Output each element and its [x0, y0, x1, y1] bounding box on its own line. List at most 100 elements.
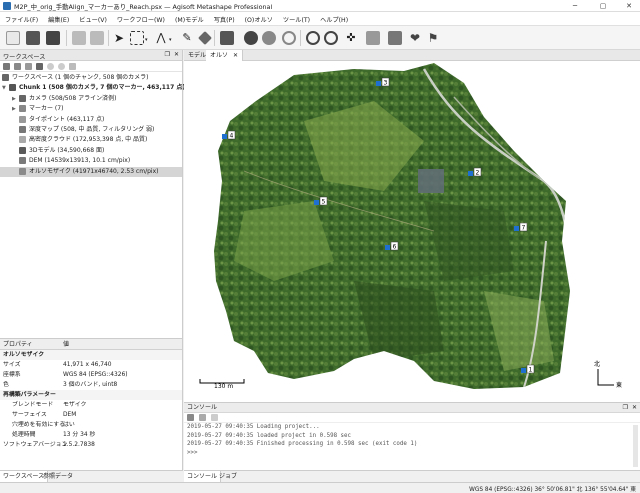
- tree-root[interactable]: ワークスペース (1 個のチャンク, 508 個のカメラ): [0, 73, 182, 83]
- console-panel: コンソール ❐ ✕ 2019-05-27 09:40:35 Loading pr…: [184, 402, 640, 470]
- close-tab-icon[interactable]: ✕: [233, 52, 238, 59]
- add-folder-icon[interactable]: [25, 63, 32, 70]
- property-row[interactable]: 再構築パラメーター: [0, 390, 182, 400]
- property-value: 13 分 34 秒: [63, 432, 96, 438]
- menu-file[interactable]: ファイル(F): [0, 12, 43, 24]
- console-line: >>>: [187, 449, 198, 456]
- ortho-blend-icon[interactable]: [244, 31, 258, 45]
- new-project-icon[interactable]: [6, 31, 20, 45]
- compass: 北 東: [594, 360, 622, 389]
- property-row[interactable]: サイズ 41,971 x 46,740: [0, 360, 182, 370]
- compass-north-label: 北: [594, 360, 600, 368]
- dense-cloud-icon: [19, 136, 26, 144]
- zoom-out-icon[interactable]: [324, 31, 338, 45]
- show-cameras-icon[interactable]: [366, 31, 380, 45]
- tree-item[interactable]: 深度マップ (508, 中 品質, フィルタリング 弱): [0, 125, 182, 135]
- menu-view[interactable]: ビュー(V): [74, 12, 112, 24]
- close-panel-icon[interactable]: ✕: [174, 51, 179, 58]
- property-value: 3 個のバンド, uint8: [63, 382, 118, 388]
- tree-item[interactable]: ▶ マーカー (7): [0, 104, 182, 114]
- marker-flag-icon: [468, 171, 473, 176]
- property-row[interactable]: ソフトウェアバージョン 1.5.2.7838: [0, 440, 182, 450]
- orthomosaic-canvas[interactable]: 1 2 3 4 5 6 7 130 m 北 東: [184, 61, 640, 402]
- navigation-cursor-icon[interactable]: ➤: [112, 31, 126, 45]
- disable-icon[interactable]: [58, 63, 65, 70]
- tree-chunk[interactable]: ▼ Chunk 1 (508 個のカメラ, 7 個のマーカー, 463,117 点…: [0, 83, 197, 93]
- close-panel-icon[interactable]: ✕: [632, 403, 637, 413]
- show-markers-icon[interactable]: ❤: [408, 31, 422, 45]
- tool-icon[interactable]: [69, 63, 76, 70]
- tab-reference[interactable]: 参照データ: [40, 471, 76, 482]
- enable-icon[interactable]: [47, 63, 54, 70]
- patch-icon[interactable]: [282, 31, 296, 45]
- menu-photo[interactable]: 写真(P): [209, 12, 240, 24]
- menu-ortho[interactable]: (O)オルソ: [240, 12, 278, 24]
- property-row[interactable]: ブレンドモード モザイク: [0, 400, 182, 410]
- tab-ortho[interactable]: オルソ ✕: [206, 50, 243, 61]
- save-log-icon[interactable]: [187, 414, 194, 421]
- undock-icon[interactable]: ❐: [165, 51, 170, 58]
- marker-flag-icon: [222, 134, 227, 139]
- console-output[interactable]: 2019-05-27 09:40:35 Loading project... 20…: [184, 423, 640, 457]
- console-line: 2019-05-27 09:40:35 Finished processing …: [187, 441, 418, 448]
- property-row[interactable]: サーフェイス DEM: [0, 410, 182, 420]
- ortho-view[interactable]: 1 2 3 4 5 6 7 130 m 北 東: [184, 61, 640, 402]
- minimize-button[interactable]: ─: [568, 1, 582, 11]
- console-toolbar: [184, 413, 640, 423]
- value-column-header[interactable]: 値: [63, 339, 69, 350]
- marker-4[interactable]: 4: [222, 130, 236, 140]
- add-chunk-icon[interactable]: [3, 63, 10, 70]
- eraser-icon[interactable]: [198, 31, 212, 45]
- open-folder-icon[interactable]: [26, 31, 40, 45]
- tree-item[interactable]: ▶ カメラ (508/508 アライン済例): [0, 94, 182, 104]
- property-column-header[interactable]: プロパティ: [3, 339, 33, 350]
- app-icon: [3, 2, 11, 10]
- window-title: M2P_中_orig_手動Align_マーカーあり_Reach.psx — Ag…: [14, 3, 273, 11]
- menu-help[interactable]: ヘルプ(H): [315, 12, 353, 24]
- add-photos-icon[interactable]: [14, 63, 21, 70]
- save-icon[interactable]: [46, 31, 60, 45]
- undo-icon[interactable]: [72, 31, 86, 45]
- ruler-icon[interactable]: ✎: [180, 31, 194, 45]
- rectangle-selection-icon[interactable]: [130, 31, 144, 45]
- chevron-down-icon[interactable]: ▾: [169, 37, 172, 43]
- tree-item[interactable]: DEM (14539x13913, 10.1 cm/pix): [0, 156, 182, 166]
- property-row[interactable]: 座標系 WGS 84 (EPSG::4326): [0, 370, 182, 380]
- tree-item[interactable]: タイポイント (463,117 点): [0, 115, 182, 125]
- remove-item-icon[interactable]: [36, 63, 43, 70]
- property-row[interactable]: 穴埋めを有効にする はい: [0, 420, 182, 430]
- status-bar: WGS 84 (EPSG::4326) 36° 50'06.81" 北 136°…: [0, 482, 640, 493]
- tree-item[interactable]: オルソモザイク (41971x46740, 2.53 cm/pix): [0, 166, 182, 177]
- console-scrollbar[interactable]: [633, 425, 638, 467]
- chevron-right-icon[interactable]: ▶: [12, 104, 19, 114]
- ortho-image: [214, 63, 570, 389]
- undock-icon[interactable]: ❐: [623, 403, 628, 413]
- reset-view-icon[interactable]: ✜: [344, 31, 358, 45]
- tree-item[interactable]: 3Dモデル (34,590,668 面): [0, 146, 182, 156]
- run-script-icon[interactable]: [211, 414, 218, 421]
- property-row[interactable]: 処理時間 13 分 34 秒: [0, 430, 182, 440]
- workspace-panel: ワークスペース ❐ ✕ ワークスペース (1 個のチャンク, 508 個のカメラ…: [0, 50, 197, 338]
- flag-icon[interactable]: ⚑: [426, 31, 440, 45]
- chevron-down-icon[interactable]: ▾: [145, 37, 148, 43]
- polyline-draw-icon[interactable]: ⋀: [154, 31, 168, 45]
- seamlines-icon[interactable]: [262, 31, 276, 45]
- property-row[interactable]: 色 3 個のバンド, uint8: [0, 380, 182, 390]
- menu-tools[interactable]: ツール(T): [278, 12, 315, 24]
- property-row[interactable]: オルソモザイク: [0, 350, 182, 360]
- menu-workflow[interactable]: ワークフロー(W): [112, 12, 170, 24]
- tab-jobs[interactable]: ジョブ: [216, 471, 240, 482]
- show-shapes-icon[interactable]: [388, 31, 402, 45]
- redo-icon[interactable]: [90, 31, 104, 45]
- property-value: はい: [63, 422, 75, 428]
- menu-edit[interactable]: 編集(E): [43, 12, 74, 24]
- chevron-down-icon[interactable]: ▼: [2, 83, 9, 93]
- chevron-right-icon[interactable]: ▶: [12, 94, 19, 104]
- clear-log-icon[interactable]: [199, 414, 206, 421]
- zoom-in-icon[interactable]: [306, 31, 320, 45]
- maximize-button[interactable]: ▢: [596, 1, 610, 11]
- model-shaded-icon[interactable]: [220, 31, 234, 45]
- menu-model[interactable]: (M)モデル: [170, 12, 209, 24]
- close-button[interactable]: ✕: [622, 1, 636, 11]
- tree-item[interactable]: 高密度クラウド (172,953,398 点, 中 品質): [0, 135, 182, 145]
